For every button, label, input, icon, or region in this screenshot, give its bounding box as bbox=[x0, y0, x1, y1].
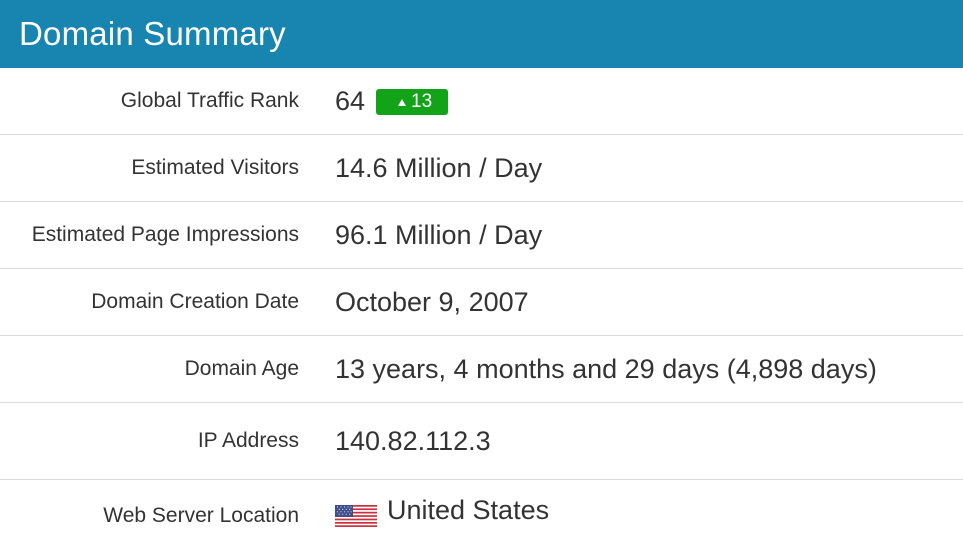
server-location-value: United States bbox=[387, 494, 550, 525]
traffic-rank-value: 64 bbox=[335, 85, 366, 116]
row-label: IP Address bbox=[197, 429, 299, 452]
row-label: Global Traffic Rank bbox=[120, 89, 299, 112]
row-estimated-page-impressions: Estimated Page Impressions 96.1 Million … bbox=[0, 202, 963, 269]
arrow-up-icon bbox=[398, 98, 407, 106]
row-ip-address: IP Address 140.82.112.3 bbox=[0, 403, 963, 480]
domain-summary-panel: Domain Summary Global Traffic Rank 64 13… bbox=[0, 0, 963, 544]
rank-change-badge: 13 bbox=[376, 89, 449, 115]
row-value: United States bbox=[300, 494, 550, 528]
row-domain-age: Domain Age 13 years, 4 months and 29 day… bbox=[0, 336, 963, 403]
row-value: 96.1 Million / Day bbox=[335, 219, 543, 250]
row-domain-creation-date: Domain Creation Date October 9, 2007 bbox=[0, 269, 963, 336]
row-value: 13 years, 4 months and 29 days (4,898 da… bbox=[335, 353, 877, 384]
panel-header: Domain Summary bbox=[0, 0, 963, 68]
row-label: Estimated Visitors bbox=[131, 156, 299, 179]
row-label: Web Server Location bbox=[103, 504, 299, 527]
row-value: 140.82.112.3 bbox=[335, 425, 491, 456]
rank-change-value: 13 bbox=[411, 91, 433, 112]
row-label: Domain Age bbox=[184, 357, 299, 380]
row-global-traffic-rank: Global Traffic Rank 64 13 bbox=[0, 68, 963, 135]
row-value: 14.6 Million / Day bbox=[335, 152, 543, 183]
row-value: 64 13 bbox=[300, 85, 449, 117]
row-label: Estimated Page Impressions bbox=[31, 223, 299, 246]
panel-title: Domain Summary bbox=[19, 15, 286, 52]
row-estimated-visitors: Estimated Visitors 14.6 Million / Day bbox=[0, 135, 963, 202]
row-web-server-location: Web Server Location United States bbox=[0, 480, 963, 544]
row-value: October 9, 2007 bbox=[335, 286, 529, 317]
row-label: Domain Creation Date bbox=[91, 290, 299, 313]
us-flag-icon bbox=[335, 505, 377, 527]
